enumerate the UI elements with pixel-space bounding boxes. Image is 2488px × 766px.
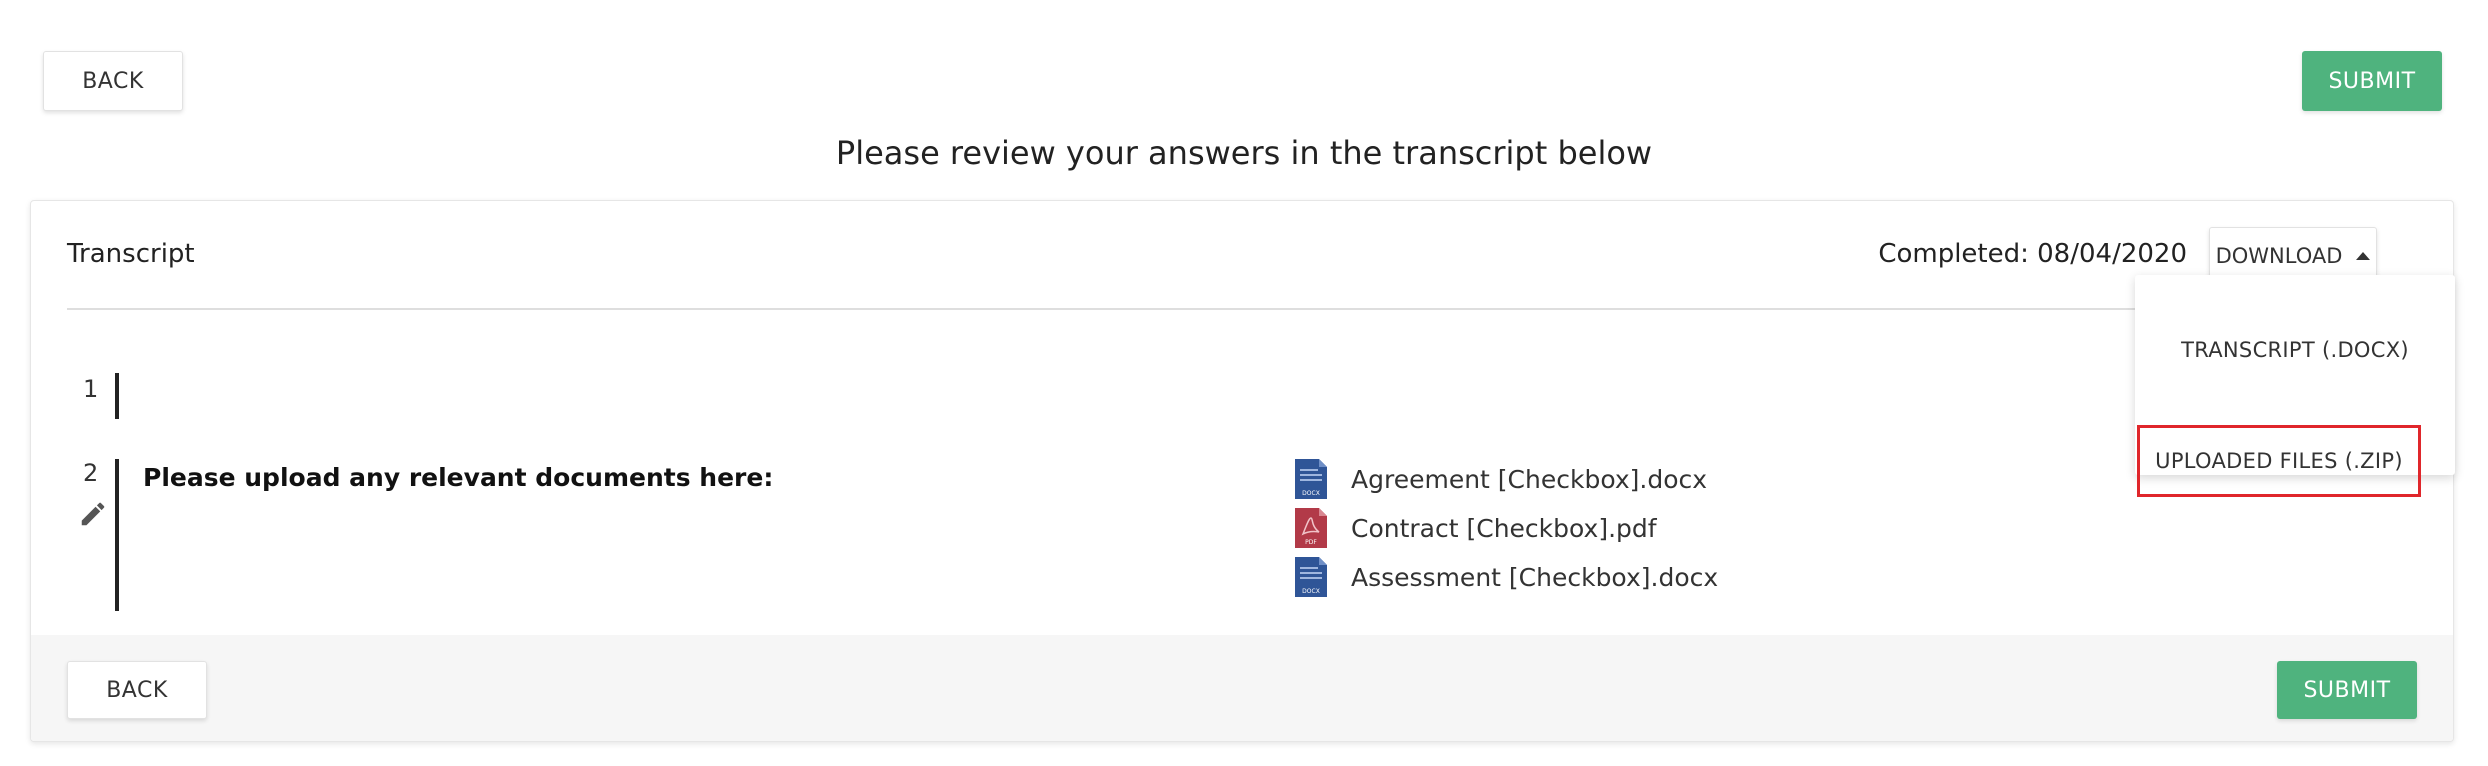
submit-button[interactable]: SUBMIT (2277, 661, 2417, 719)
page-heading: Please review your answers in the transc… (835, 134, 1653, 172)
back-button[interactable]: BACK (43, 51, 183, 111)
download-dropdown-menu: TRANSCRIPT (.DOCX) UPLOADED FILES (.ZIP) (2135, 275, 2455, 497)
card-title: Transcript (67, 239, 195, 269)
svg-text:DOCX: DOCX (1302, 490, 1320, 497)
row-marker (115, 459, 119, 611)
card-footer: BACK SUBMIT (31, 635, 2453, 741)
svg-text:DOCX: DOCX (1302, 588, 1320, 595)
file-name[interactable]: Contract [Checkbox].pdf (1351, 514, 1657, 543)
file-name[interactable]: Assessment [Checkbox].docx (1351, 563, 1718, 592)
row-number: 2 (83, 459, 99, 487)
svg-text:PDF: PDF (1305, 539, 1317, 546)
menu-item-uploaded-files-zip[interactable]: UPLOADED FILES (.ZIP) (2137, 425, 2421, 497)
row-marker (115, 373, 119, 419)
file-item[interactable]: DOCX Agreement [Checkbox].docx (1293, 457, 1707, 501)
completed-date: Completed: 08/04/2020 (1878, 239, 2187, 269)
caret-up-icon (2356, 252, 2371, 260)
docx-file-icon: DOCX (1295, 557, 1327, 597)
download-label: DOWNLOAD (2215, 244, 2343, 268)
row-number: 1 (83, 375, 99, 403)
docx-file-icon: DOCX (1295, 459, 1327, 499)
pencil-edit-icon[interactable] (78, 499, 108, 529)
file-name[interactable]: Agreement [Checkbox].docx (1351, 465, 1707, 494)
header-divider (67, 308, 2191, 310)
menu-item-transcript-docx[interactable]: TRANSCRIPT (.DOCX) (2135, 275, 2455, 375)
submit-button[interactable]: SUBMIT (2302, 51, 2442, 111)
question-text: Please upload any relevant documents her… (143, 463, 774, 492)
pdf-file-icon: PDF (1295, 508, 1327, 548)
file-item[interactable]: PDF Contract [Checkbox].pdf (1293, 506, 1657, 550)
transcript-card: Transcript Completed: 08/04/2020 DOWNLOA… (30, 200, 2455, 742)
file-item[interactable]: DOCX Assessment [Checkbox].docx (1293, 555, 1718, 599)
back-button[interactable]: BACK (67, 661, 207, 719)
